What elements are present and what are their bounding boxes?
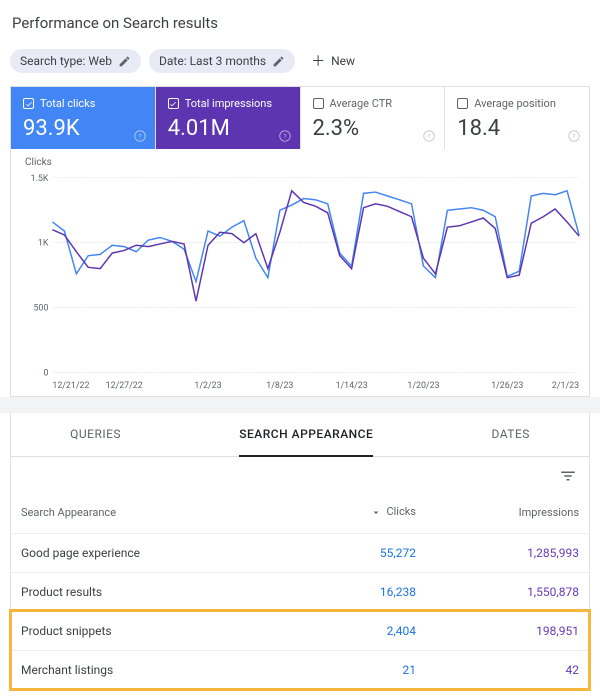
cell-impressions: 1,285,993	[426, 533, 589, 572]
svg-text:?: ?	[283, 132, 286, 140]
cell-clicks: 16,238	[293, 572, 426, 611]
section-gap	[0, 397, 600, 413]
svg-text:12/27/22: 12/27/22	[106, 381, 143, 391]
svg-text:?: ?	[572, 132, 575, 140]
metrics-row: Total clicks 93.9K ? Total impressions 4…	[11, 87, 589, 149]
add-filter-button[interactable]: ＋ New	[303, 46, 363, 76]
help-icon[interactable]: ?	[567, 129, 581, 143]
highlighted-rows: Product snippets2,404198,951Merchant lis…	[11, 611, 589, 689]
cell-name: Good page experience	[11, 533, 293, 572]
checkbox-icon	[457, 98, 468, 109]
filter-chip-label: Date: Last 3 months	[159, 54, 266, 68]
metric-impressions[interactable]: Total impressions 4.01M ?	[156, 87, 301, 149]
cell-name: Merchant listings	[11, 650, 293, 689]
metric-value: 4.01M	[168, 116, 288, 141]
checkbox-icon	[168, 98, 179, 109]
metric-label: Average position	[474, 97, 556, 110]
cell-clicks: 2,404	[293, 611, 426, 650]
cell-impressions: 42	[426, 650, 589, 689]
svg-text:1/14/23: 1/14/23	[336, 381, 368, 391]
svg-text:500: 500	[34, 303, 49, 313]
cell-impressions: 1,550,878	[426, 572, 589, 611]
help-icon[interactable]: ?	[422, 129, 436, 143]
filter-chip-search-type[interactable]: Search type: Web	[10, 49, 141, 73]
svg-text:1.5K: 1.5K	[31, 174, 49, 184]
table-row[interactable]: Product results16,2381,550,878	[11, 572, 589, 611]
svg-text:12/21/22: 12/21/22	[52, 381, 89, 391]
performance-card: Total clicks 93.9K ? Total impressions 4…	[10, 86, 590, 397]
cell-impressions: 198,951	[426, 611, 589, 650]
svg-text:1K: 1K	[38, 239, 49, 249]
page-title: Performance on Search results	[12, 14, 590, 32]
metric-value: 2.3%	[313, 116, 433, 141]
filter-chip-label: Search type: Web	[20, 54, 112, 68]
col-header-impressions[interactable]: Impressions	[426, 493, 589, 533]
table-card: QUERIES SEARCH APPEARANCE DATES Search A…	[10, 413, 590, 691]
metric-ctr[interactable]: Average CTR 2.3% ?	[301, 87, 446, 149]
cell-clicks: 21	[293, 650, 426, 689]
search-appearance-table: Search Appearance Clicks Impressions Goo…	[11, 493, 589, 690]
chart-axis-title: Clicks	[25, 157, 583, 168]
cell-name: Product results	[11, 572, 293, 611]
checkbox-icon	[23, 98, 34, 109]
filter-icon[interactable]	[559, 467, 577, 489]
col-header-clicks[interactable]: Clicks	[293, 493, 426, 533]
metric-position[interactable]: Average position 18.4 ?	[445, 87, 589, 149]
performance-chart: 0 500 1K 1.5K 12/21/22 12/27/22 1/2/23 1/8/23 1/…	[17, 168, 583, 394]
help-icon[interactable]: ?	[133, 129, 147, 143]
pencil-icon	[118, 55, 131, 68]
cell-clicks: 55,272	[293, 533, 426, 572]
pencil-icon	[272, 55, 285, 68]
svg-text:1/26/23: 1/26/23	[491, 381, 523, 391]
metric-value: 18.4	[457, 116, 577, 141]
table-tabs: QUERIES SEARCH APPEARANCE DATES	[11, 413, 589, 457]
arrow-down-icon	[370, 506, 382, 518]
help-icon[interactable]: ?	[278, 129, 292, 143]
svg-text:?: ?	[138, 132, 141, 140]
tab-dates[interactable]: DATES	[491, 413, 529, 456]
metric-label: Total impressions	[185, 97, 272, 110]
svg-text:1/8/23: 1/8/23	[266, 381, 293, 391]
filter-chip-date[interactable]: Date: Last 3 months	[149, 49, 295, 73]
table-row[interactable]: Product snippets2,404198,951	[11, 611, 589, 650]
table-row[interactable]: Good page experience55,2721,285,993	[11, 533, 589, 572]
metric-label: Total clicks	[40, 97, 95, 110]
svg-text:2/1/23: 2/1/23	[552, 381, 579, 391]
add-filter-label: New	[331, 54, 355, 68]
metric-value: 93.9K	[23, 116, 143, 141]
filter-bar: Search type: Web Date: Last 3 months ＋ N…	[10, 46, 590, 76]
svg-text:?: ?	[428, 132, 431, 140]
tab-queries[interactable]: QUERIES	[70, 413, 121, 456]
cell-name: Product snippets	[11, 611, 293, 650]
svg-text:0: 0	[43, 368, 48, 378]
metric-clicks[interactable]: Total clicks 93.9K ?	[11, 87, 156, 149]
checkbox-icon	[313, 98, 324, 109]
metric-label: Average CTR	[330, 97, 393, 110]
svg-text:1/20/23: 1/20/23	[407, 381, 439, 391]
col-header-name[interactable]: Search Appearance	[11, 493, 293, 533]
tab-search-appearance[interactable]: SEARCH APPEARANCE	[239, 413, 373, 457]
plus-icon: ＋	[311, 51, 325, 71]
table-row[interactable]: Merchant listings2142	[11, 650, 589, 689]
svg-text:1/2/23: 1/2/23	[194, 381, 221, 391]
